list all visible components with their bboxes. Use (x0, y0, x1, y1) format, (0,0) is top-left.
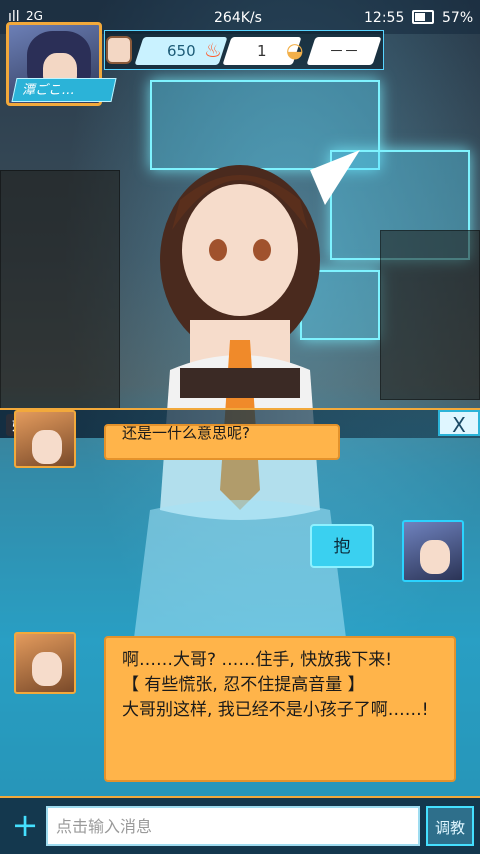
network-type: 2G (26, 9, 43, 23)
player-name: 潭ごこ… (21, 83, 77, 98)
clock: 12:55 (364, 10, 405, 26)
input-bar: + 调教 (0, 796, 480, 854)
bookshelf (0, 170, 120, 410)
bread-icon: ◒ (286, 38, 304, 62)
companion-mini-avatar-icon[interactable] (106, 36, 132, 64)
flame-icon: ♨ (204, 38, 222, 62)
npc-message-text: 还是一什么意思呢? (122, 424, 250, 442)
network-speed: 264K/s (214, 10, 262, 26)
player-message-bubble: 抱 (310, 524, 374, 568)
message-input[interactable] (46, 806, 420, 846)
player-chat-avatar[interactable] (402, 520, 464, 582)
send-button[interactable]: 调教 (426, 806, 474, 846)
player-message-text: 抱 (333, 537, 351, 557)
npc-message-text: 啊……大哥? ……住手, 快放我下来! 【 有些慌张, 忍不住提高音量 】 大哥… (122, 650, 429, 720)
npc-message-bubble: 啊……大哥? ……住手, 快放我下来! 【 有些慌张, 忍不住提高音量 】 大哥… (104, 636, 456, 782)
player-name-tag[interactable]: 潭ごこ… (11, 78, 117, 102)
bookshelf (380, 230, 480, 400)
resource-bar: 650 1 －－ (104, 30, 384, 70)
npc-message-bubble: 还是一什么意思呢? (104, 424, 340, 460)
npc-avatar[interactable] (14, 410, 76, 468)
battery-percent: 57% (442, 10, 474, 26)
bread-counter: －－ (306, 37, 382, 65)
battery-icon (412, 10, 434, 24)
npc-avatar[interactable] (14, 632, 76, 694)
close-button[interactable]: X (438, 410, 480, 437)
plus-button[interactable]: + (8, 808, 42, 844)
